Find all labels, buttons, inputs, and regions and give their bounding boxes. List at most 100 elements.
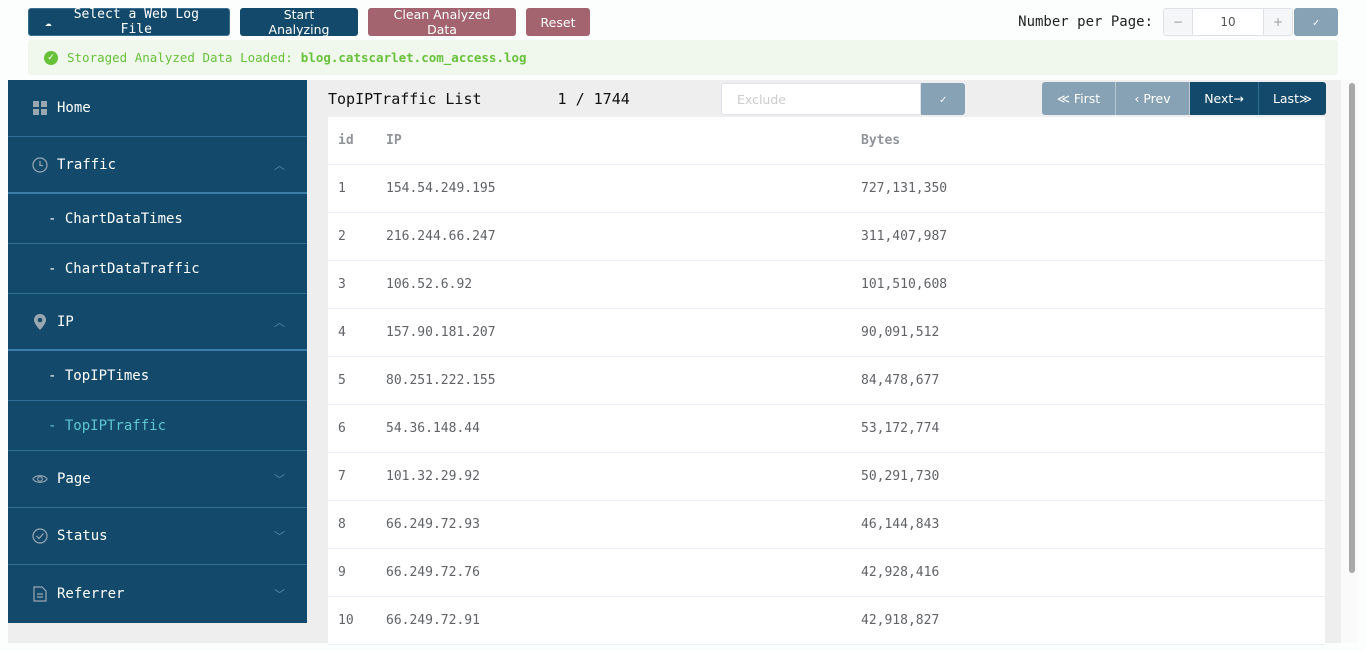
scrollbar-thumb[interactable] bbox=[1349, 83, 1355, 573]
cell-ip: 66.249.72.76 bbox=[386, 565, 480, 580]
sidebar-item-traffic[interactable]: Traffic ︿ bbox=[8, 137, 307, 194]
table-row: 2 216.244.66.247 311,407,987 bbox=[328, 213, 1325, 261]
number-per-page-stepper: − 10 + bbox=[1163, 8, 1293, 36]
alert-message: Storaged Analyzed Data Loaded: bbox=[67, 50, 293, 65]
sidebar-item-label: Home bbox=[57, 100, 91, 116]
cell-id: 3 bbox=[338, 277, 346, 292]
check-icon: ✓ bbox=[939, 92, 947, 106]
cell-bytes: 42,928,416 bbox=[861, 565, 940, 580]
table-row: 3 106.52.6.92 101,510,608 bbox=[328, 261, 1325, 309]
table-header-row: id IP Bytes bbox=[328, 117, 1325, 165]
table-row: 6 54.36.148.44 53,172,774 bbox=[328, 405, 1325, 453]
last-page-button[interactable]: Last≫ bbox=[1259, 82, 1326, 115]
exclude-confirm-button[interactable]: ✓ bbox=[921, 83, 965, 115]
next-page-button[interactable]: Next→ bbox=[1190, 82, 1259, 115]
number-per-page-confirm-button[interactable]: ✓ bbox=[1294, 8, 1338, 36]
clock-icon bbox=[32, 156, 48, 173]
location-pin-icon bbox=[32, 313, 48, 330]
cell-id: 1 bbox=[338, 181, 346, 196]
decrement-button[interactable]: − bbox=[1164, 9, 1192, 35]
sidebar-item-page[interactable]: Page ﹀ bbox=[8, 451, 307, 508]
chevron-down-icon: ﹀ bbox=[274, 587, 285, 601]
select-file-button[interactable]: ☁ Select a Web Log File bbox=[28, 7, 230, 37]
cell-bytes: 311,407,987 bbox=[861, 229, 948, 244]
chevron-up-icon: ︿ bbox=[274, 315, 285, 329]
sidebar-item-label: IP bbox=[57, 313, 74, 330]
toolbar: ☁ Select a Web Log File Start Analyzing … bbox=[28, 7, 590, 37]
cell-id: 2 bbox=[338, 229, 346, 244]
cell-ip: 66.249.72.93 bbox=[386, 517, 480, 532]
check-circle-icon bbox=[32, 528, 48, 544]
chevron-down-icon: ﹀ bbox=[274, 530, 285, 543]
traffic-table: id IP Bytes 1 154.54.249.195 727,131,350 2 2… bbox=[328, 117, 1325, 645]
table-row: 8 66.249.72.93 46,144,843 bbox=[328, 501, 1325, 549]
table-row: 7 101.32.29.92 50,291,730 bbox=[328, 453, 1325, 501]
clean-analyzed-data-button[interactable]: Clean Analyzed Data bbox=[368, 7, 516, 37]
cell-id: 9 bbox=[338, 565, 346, 580]
cell-bytes: 53,172,774 bbox=[861, 421, 940, 436]
pagination: ≪ First ‹ Prev Next→ Last≫ bbox=[1042, 82, 1326, 115]
chevron-down-icon: ﹀ bbox=[274, 473, 285, 486]
cell-ip: 80.251.222.155 bbox=[386, 373, 496, 388]
sidebar-subitem-topiptimes[interactable]: - TopIPTimes bbox=[8, 351, 307, 401]
check-icon: ✓ bbox=[1312, 15, 1320, 29]
column-header-id: id bbox=[338, 133, 354, 148]
cell-id: 5 bbox=[338, 373, 346, 388]
number-per-page-input[interactable]: 10 bbox=[1192, 9, 1264, 35]
cell-id: 8 bbox=[338, 517, 346, 532]
table-row: 5 80.251.222.155 84,478,677 bbox=[328, 357, 1325, 405]
sidebar-subitem-chartdatatimes[interactable]: - ChartDataTimes bbox=[8, 194, 307, 244]
cell-bytes: 46,144,843 bbox=[861, 517, 940, 532]
select-file-label: Select a Web Log File bbox=[73, 7, 199, 37]
cell-ip: 101.32.29.92 bbox=[386, 469, 480, 484]
reset-button[interactable]: Reset bbox=[526, 8, 590, 36]
cell-ip: 106.52.6.92 bbox=[386, 277, 473, 292]
cell-id: 7 bbox=[338, 469, 346, 484]
cell-ip: 157.90.181.207 bbox=[386, 325, 496, 340]
sidebar-item-ip[interactable]: IP ︿ bbox=[8, 294, 307, 351]
cell-bytes: 42,918,827 bbox=[861, 613, 940, 628]
start-analyzing-button[interactable]: Start Analyzing bbox=[240, 7, 358, 37]
column-header-bytes: Bytes bbox=[861, 133, 901, 148]
sidebar-item-home[interactable]: Home bbox=[8, 80, 307, 137]
alert-filename: blog.catscarlet.com_access.log bbox=[300, 50, 527, 65]
table-row: 10 66.249.72.91 42,918,827 bbox=[328, 597, 1325, 645]
first-page-button[interactable]: ≪ First bbox=[1042, 82, 1116, 115]
success-check-icon: ✓ bbox=[44, 50, 58, 65]
sidebar-subitem-chartdatatraffic[interactable]: - ChartDataTraffic bbox=[8, 244, 307, 294]
sidebar: Home Traffic ︿ - ChartDataTimes - ChartD… bbox=[8, 80, 307, 623]
cell-ip: 216.244.66.247 bbox=[386, 229, 496, 244]
cell-id: 4 bbox=[338, 325, 346, 340]
cell-id: 10 bbox=[338, 613, 354, 628]
number-per-page: Number per Page: − 10 + ✓ bbox=[1018, 8, 1338, 36]
document-icon bbox=[32, 585, 48, 602]
prev-page-button[interactable]: ‹ Prev bbox=[1116, 82, 1190, 115]
cell-ip: 154.54.249.195 bbox=[386, 181, 496, 196]
cell-ip: 54.36.148.44 bbox=[386, 421, 480, 436]
sidebar-item-label: Status bbox=[57, 528, 108, 544]
increment-button[interactable]: + bbox=[1264, 9, 1292, 35]
eye-icon bbox=[32, 471, 48, 487]
cell-bytes: 727,131,350 bbox=[861, 181, 948, 196]
number-per-page-label: Number per Page: bbox=[1018, 14, 1153, 30]
cell-id: 6 bbox=[338, 421, 346, 436]
table-row: 4 157.90.181.207 90,091,512 bbox=[328, 309, 1325, 357]
sidebar-item-status[interactable]: Status ﹀ bbox=[8, 508, 307, 565]
page-indicator: 1 / 1744 bbox=[557, 89, 630, 108]
cell-ip: 66.249.72.91 bbox=[386, 613, 480, 628]
exclude-input[interactable]: Exclude bbox=[721, 83, 921, 115]
column-header-ip: IP bbox=[386, 133, 402, 148]
main-panel: TopIPTraffic List 1 / 1744 Exclude ✓ ≪ F… bbox=[307, 80, 1341, 645]
cell-bytes: 84,478,677 bbox=[861, 373, 940, 388]
success-alert: ✓ Storaged Analyzed Data Loaded: blog.ca… bbox=[28, 40, 1338, 75]
cell-bytes: 90,091,512 bbox=[861, 325, 940, 340]
list-title: TopIPTraffic List bbox=[328, 89, 482, 108]
sidebar-item-label: Traffic bbox=[57, 156, 117, 173]
grid-icon bbox=[32, 100, 48, 116]
sidebar-item-label: Page bbox=[57, 471, 91, 487]
sidebar-item-referrer[interactable]: Referrer ﹀ bbox=[8, 565, 307, 622]
cloud-upload-icon: ☁ bbox=[45, 15, 52, 29]
cell-bytes: 50,291,730 bbox=[861, 469, 940, 484]
sidebar-subitem-topiptraffic[interactable]: - TopIPTraffic bbox=[8, 401, 307, 451]
chevron-up-icon: ︿ bbox=[274, 158, 285, 172]
